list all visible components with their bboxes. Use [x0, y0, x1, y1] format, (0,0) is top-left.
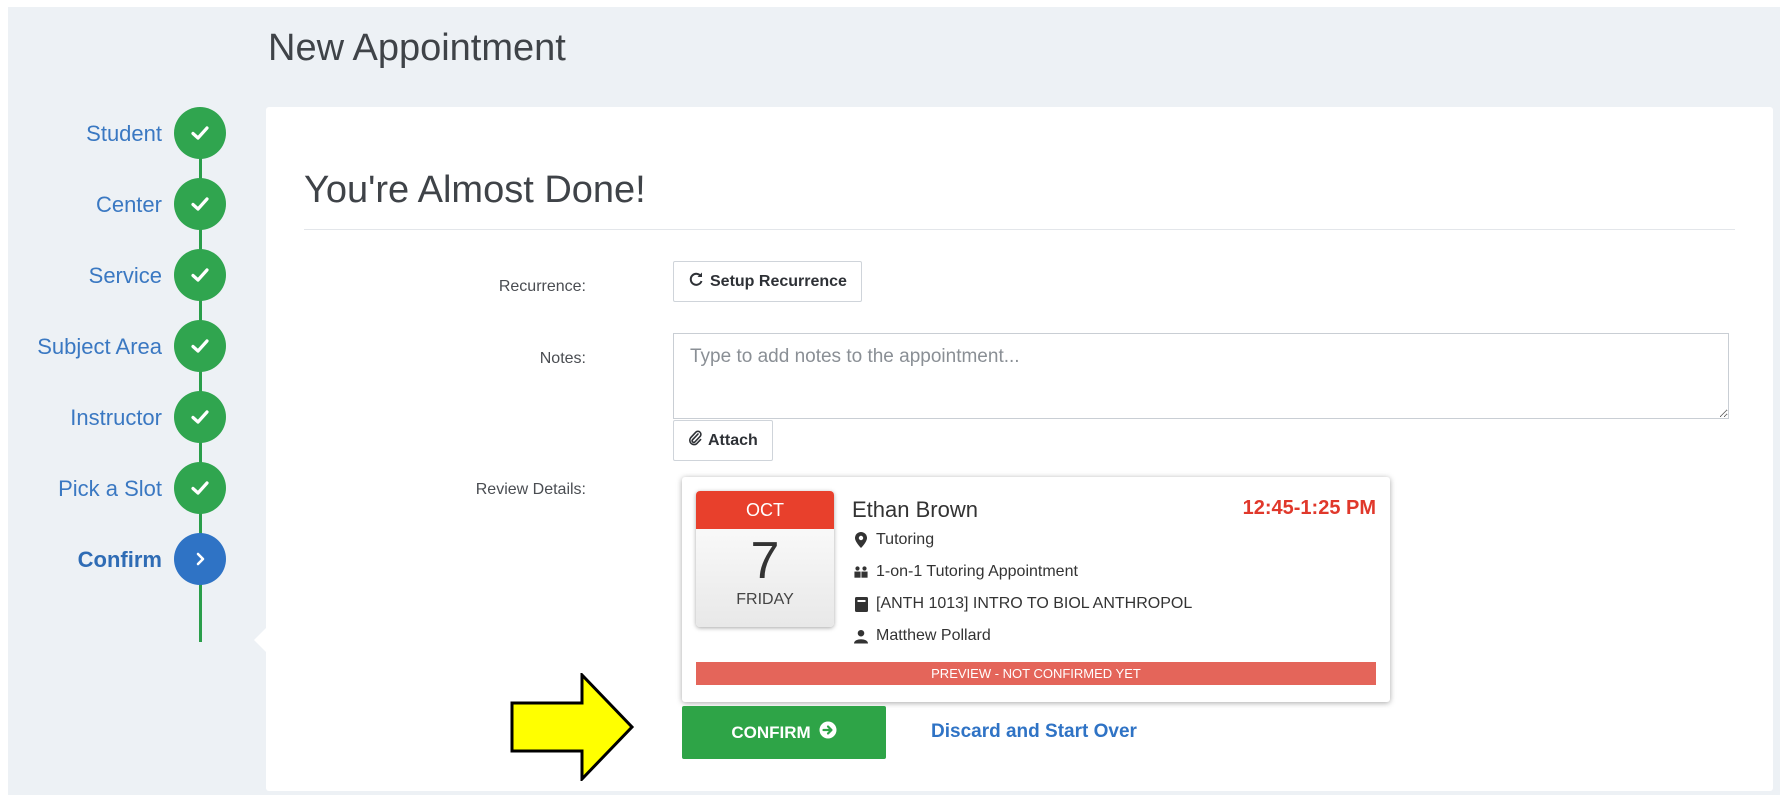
step-student[interactable]: Student	[8, 107, 228, 161]
step-label: Pick a Slot	[58, 476, 162, 501]
step-label: Confirm	[77, 547, 162, 572]
instructor-icon	[854, 628, 868, 644]
notes-field[interactable]	[673, 333, 1729, 419]
confirm-button-label: CONFIRM	[731, 722, 811, 742]
service-text: 1-on-1 Tutoring Appointment	[876, 563, 1078, 580]
instructor-row: Matthew Pollard	[854, 627, 991, 645]
preview-status-bar: PREVIEW - NOT CONFIRMED YET	[696, 662, 1376, 685]
check-icon	[174, 462, 226, 514]
step-label: Service	[88, 263, 162, 288]
location-row: Tutoring	[854, 531, 934, 549]
step-label: Student	[86, 121, 162, 146]
location-text: Tutoring	[876, 531, 935, 548]
appointment-time: 12:45-1:25 PM	[1242, 497, 1376, 519]
setup-recurrence-button[interactable]: Setup Recurrence	[673, 261, 862, 302]
annotation-arrow-icon	[510, 673, 635, 781]
calendar-month: OCT	[696, 491, 834, 529]
confirm-button[interactable]: CONFIRM	[682, 706, 886, 759]
step-confirm[interactable]: Confirm	[8, 533, 228, 587]
review-details-label: Review Details:	[475, 481, 586, 498]
step-subject-area[interactable]: Subject Area	[8, 320, 228, 374]
attach-label: Attach	[708, 431, 758, 449]
step-service[interactable]: Service	[8, 249, 228, 303]
step-label: Subject Area	[37, 334, 162, 359]
check-icon	[174, 391, 226, 443]
calendar-day: 7	[750, 532, 780, 590]
page-title: New Appointment	[268, 27, 566, 69]
paperclip-icon	[688, 430, 702, 451]
step-instructor[interactable]: Instructor	[8, 391, 228, 445]
review-card: OCT 7 FRIDAY Ethan Brown 12:45-1:25 PM T…	[682, 477, 1390, 702]
attach-button[interactable]: Attach	[673, 420, 773, 461]
course-text: [ANTH 1013] INTRO TO BIOL ANTHROPOL	[876, 595, 1193, 612]
card-divider	[304, 229, 1735, 230]
app-frame: New Appointment Student Center Service S…	[8, 7, 1780, 795]
card-pointer	[254, 628, 266, 652]
check-icon	[174, 320, 226, 372]
course-row: [ANTH 1013] INTRO TO BIOL ANTHROPOL	[854, 595, 1192, 613]
calendar-date-tile: OCT 7 FRIDAY	[696, 491, 834, 627]
confirm-card: You're Almost Done! Recurrence: Setup Re…	[266, 107, 1773, 791]
card-title: You're Almost Done!	[304, 169, 646, 211]
step-center[interactable]: Center	[8, 178, 228, 232]
users-book-icon	[854, 564, 868, 580]
step-label: Center	[95, 192, 162, 217]
refresh-icon	[688, 271, 704, 292]
check-icon	[174, 107, 226, 159]
setup-recurrence-label: Setup Recurrence	[710, 272, 847, 290]
discard-and-start-over-link[interactable]: Discard and Start Over	[931, 721, 1137, 743]
step-label: Instructor	[70, 405, 162, 430]
calendar-weekday: FRIDAY	[736, 591, 794, 608]
check-icon	[174, 249, 226, 301]
notes-label: Notes:	[539, 350, 586, 367]
service-row: 1-on-1 Tutoring Appointment	[854, 563, 1078, 581]
map-marker-icon	[854, 532, 868, 548]
arrow-circle-right-icon	[819, 721, 837, 744]
check-icon	[174, 178, 226, 230]
instructor-text: Matthew Pollard	[876, 627, 991, 644]
step-pick-a-slot[interactable]: Pick a Slot	[8, 462, 228, 516]
book-icon	[854, 596, 868, 612]
chevron-right-icon	[174, 533, 226, 585]
recurrence-label: Recurrence:	[498, 278, 586, 295]
student-name: Ethan Brown	[852, 497, 978, 522]
